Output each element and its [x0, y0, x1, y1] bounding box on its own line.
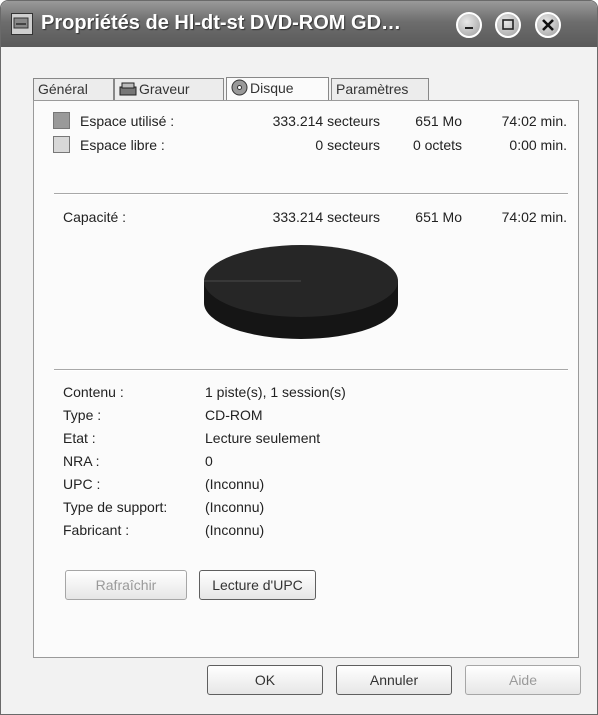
used-space-label: Espace utilisé :: [80, 113, 175, 129]
capacity-sectors: 333.214 secteurs: [272, 209, 380, 225]
maximize-icon: [502, 19, 514, 30]
free-space-swatch: [53, 136, 70, 153]
info-value: 0: [205, 453, 213, 469]
info-value: 1 piste(s), 1 session(s): [205, 384, 346, 400]
free-space-label: Espace libre :: [80, 137, 165, 153]
minimize-icon: [465, 27, 473, 29]
used-space-size: 651 Mo: [415, 113, 462, 129]
disc-panel: Espace utilisé : 333.214 secteurs 651 Mo…: [33, 100, 579, 658]
refresh-button[interactable]: Rafraîchir: [65, 570, 187, 600]
used-space-sectors: 333.214 secteurs: [272, 113, 380, 129]
separator: [54, 193, 568, 195]
info-label: Fabricant :: [63, 522, 130, 538]
window-title: Propriétés de Hl-dt-st DVD-ROM GD…: [41, 12, 402, 34]
info-label: UPC :: [63, 476, 101, 492]
capacity-label: Capacité :: [63, 209, 127, 225]
title-bar[interactable]: Propriétés de Hl-dt-st DVD-ROM GD…: [1, 1, 597, 47]
tab-label: Graveur: [139, 81, 190, 97]
close-button[interactable]: [535, 12, 561, 38]
free-space-sectors: 0 secteurs: [315, 137, 380, 153]
close-icon: [542, 19, 554, 31]
tab-disque[interactable]: Disque: [226, 77, 329, 101]
tab-label: Général: [38, 81, 88, 97]
disc-icon: [231, 79, 248, 102]
ok-button[interactable]: OK: [207, 665, 323, 695]
info-value: (Inconnu): [205, 522, 265, 538]
cancel-button[interactable]: Annuler: [336, 665, 452, 695]
info-value: (Inconnu): [205, 499, 265, 515]
capacity-size: 651 Mo: [415, 209, 462, 225]
properties-window: Propriétés de Hl-dt-st DVD-ROM GD… Génér…: [0, 0, 598, 715]
free-space-size: 0 octets: [412, 137, 462, 153]
separator: [54, 369, 568, 371]
used-space-swatch: [53, 112, 70, 129]
info-value: Lecture seulement: [205, 430, 321, 446]
used-space-time: 74:02 min.: [501, 113, 567, 129]
drive-icon: [11, 13, 33, 35]
tab-label: Paramètres: [336, 81, 409, 97]
tab-parametres[interactable]: Paramètres: [331, 78, 429, 100]
minimize-button[interactable]: [456, 12, 482, 38]
info-label: NRA :: [63, 453, 100, 469]
tab-general[interactable]: Général: [33, 78, 114, 100]
info-label: Etat :: [63, 430, 96, 446]
maximize-button[interactable]: [495, 12, 521, 38]
tab-label: Disque: [250, 80, 294, 96]
help-button[interactable]: Aide: [465, 665, 581, 695]
info-label: Type :: [63, 407, 102, 423]
read-upc-button[interactable]: Lecture d'UPC: [199, 570, 316, 600]
capacity-time: 74:02 min.: [501, 209, 567, 225]
info-label: Type de support:: [63, 499, 168, 515]
tab-graveur[interactable]: Graveur: [114, 78, 224, 100]
free-space-time: 0:00 min.: [509, 137, 567, 153]
info-value: CD-ROM: [205, 407, 263, 423]
disc-usage-pie: [204, 245, 398, 339]
info-value: (Inconnu): [205, 476, 265, 492]
info-label: Contenu :: [63, 384, 124, 400]
